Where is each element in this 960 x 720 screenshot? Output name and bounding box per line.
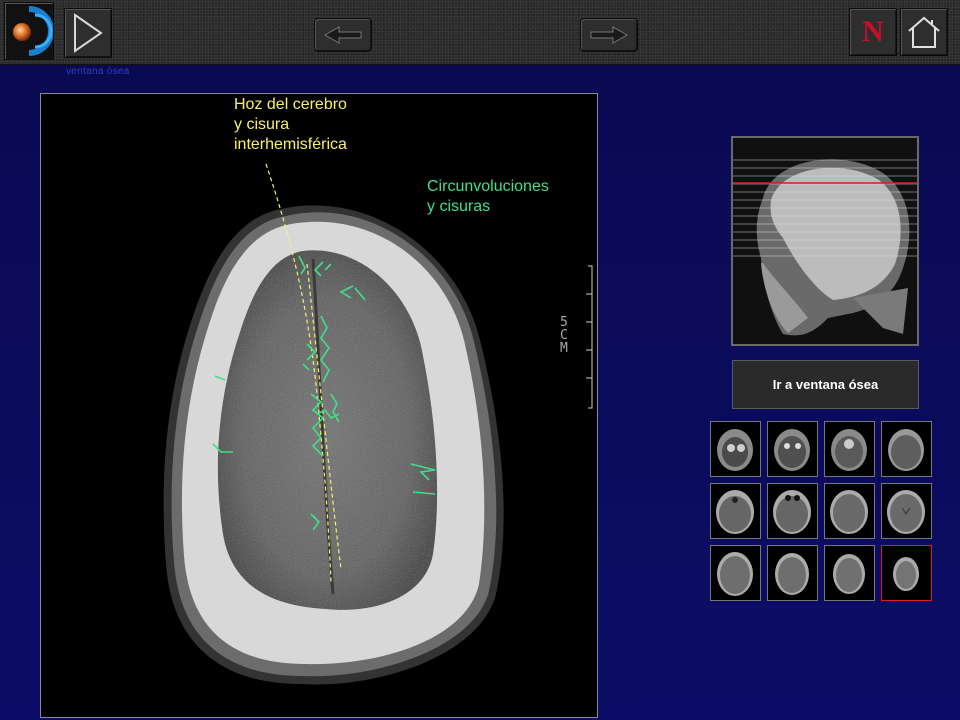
slice-thumbnail[interactable] xyxy=(881,483,932,539)
bone-window-button[interactable]: Ir a ventana ósea xyxy=(732,360,919,409)
play-triangle-icon xyxy=(74,13,103,53)
toolbar: N xyxy=(0,0,960,65)
slice-thumbnail[interactable] xyxy=(710,483,761,539)
slice-thumbnail[interactable] xyxy=(767,483,818,539)
label-circunvoluciones: Circunvoluciones y cisuras xyxy=(427,178,549,215)
scout-lateral-skull xyxy=(733,138,917,344)
slice-thumbnail[interactable] xyxy=(881,421,932,477)
logo-button[interactable] xyxy=(4,2,54,60)
north-button[interactable]: N xyxy=(849,8,897,56)
next-button[interactable] xyxy=(580,18,638,52)
arrow-left-icon xyxy=(323,26,362,44)
arrow-right-icon xyxy=(590,26,629,44)
slice-thumbnail[interactable] xyxy=(824,421,875,477)
orb-logo-icon xyxy=(13,6,54,56)
home-icon xyxy=(908,16,940,48)
north-label: N xyxy=(862,15,884,48)
ct-viewer: Hoz del cerebro y cisura interhemisféric… xyxy=(40,93,598,718)
slice-thumbnail[interactable] xyxy=(824,545,875,601)
play-button[interactable] xyxy=(64,8,112,58)
previous-button[interactable] xyxy=(314,18,372,52)
label-hoz-del-cerebro: Hoz del cerebro y cisura interhemisféric… xyxy=(234,96,347,153)
slice-thumbnail[interactable] xyxy=(710,545,761,601)
toolbar-subtitle: ventana ósea xyxy=(66,66,130,77)
slice-thumbnail-selected[interactable] xyxy=(881,545,932,601)
home-button[interactable] xyxy=(900,8,948,56)
slice-thumbnail[interactable] xyxy=(710,421,761,477)
scout-image xyxy=(731,136,919,346)
scale-label: 5CM xyxy=(560,315,568,356)
slice-thumbnail[interactable] xyxy=(767,545,818,601)
slice-thumbnail[interactable] xyxy=(767,421,818,477)
slice-thumbnail[interactable] xyxy=(824,483,875,539)
